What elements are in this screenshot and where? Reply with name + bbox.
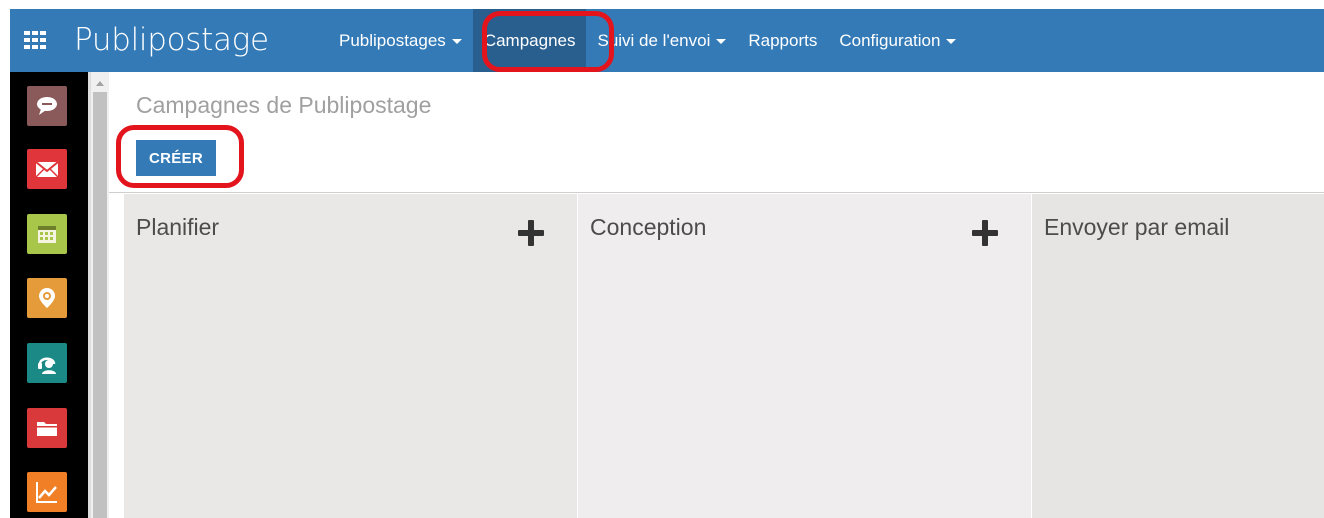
menu-configuration[interactable]: Configuration (828, 9, 967, 72)
kanban-column-conception: Conception (578, 194, 1031, 518)
support-agent-icon[interactable] (27, 343, 67, 383)
menu-label: Publipostages (339, 31, 446, 50)
map-pin-icon[interactable] (27, 278, 67, 318)
menu-rapports[interactable]: Rapports (737, 9, 828, 72)
create-button[interactable]: CRÉER (136, 140, 216, 176)
envelope-icon[interactable] (27, 149, 67, 189)
caret-down-icon (716, 39, 727, 44)
kanban-column-planifier: Planifier (124, 194, 577, 518)
menu-suivi-envoi[interactable]: Suivi de l'envoi (586, 9, 737, 72)
column-title: Envoyer par email (1044, 214, 1230, 240)
chart-line-icon[interactable] (27, 472, 67, 512)
calendar-icon[interactable] (27, 214, 67, 254)
app-sidebar (10, 72, 88, 518)
column-title: Conception (590, 214, 707, 240)
menu-publipostages[interactable]: Publipostages (328, 9, 473, 72)
grid-icon[interactable] (24, 31, 46, 49)
menu-label: Campagnes (483, 31, 576, 50)
scroll-up-arrow-icon[interactable] (96, 81, 104, 86)
menu-label: Suivi de l'envoi (597, 31, 711, 50)
scroll-thumb[interactable] (93, 92, 107, 518)
menu-label: Rapports (748, 31, 818, 50)
plus-icon[interactable] (972, 220, 998, 246)
vertical-scrollbar[interactable] (91, 72, 109, 518)
kanban-board: Planifier Conception Envoyer par email (109, 193, 1324, 518)
control-panel: Campagnes de Publipostage CRÉER (109, 72, 1324, 193)
top-navbar: Publipostage Publipostages Campagnes Sui… (10, 9, 1324, 72)
menu-campagnes[interactable]: Campagnes (472, 9, 587, 72)
caret-down-icon (946, 39, 957, 44)
menu-label: Configuration (839, 31, 941, 50)
kanban-column-envoyer-par-email: Envoyer par email (1032, 194, 1324, 518)
column-title: Planifier (136, 214, 220, 240)
main-menu: Publipostages Campagnes Suivi de l'envoi… (328, 9, 967, 72)
breadcrumb: Campagnes de Publipostage (136, 92, 432, 118)
chat-bubble-icon[interactable] (27, 86, 67, 126)
folder-icon[interactable] (27, 408, 67, 448)
plus-icon[interactable] (518, 220, 544, 246)
app-brand: Publipostage (74, 22, 269, 58)
caret-down-icon (451, 39, 462, 44)
